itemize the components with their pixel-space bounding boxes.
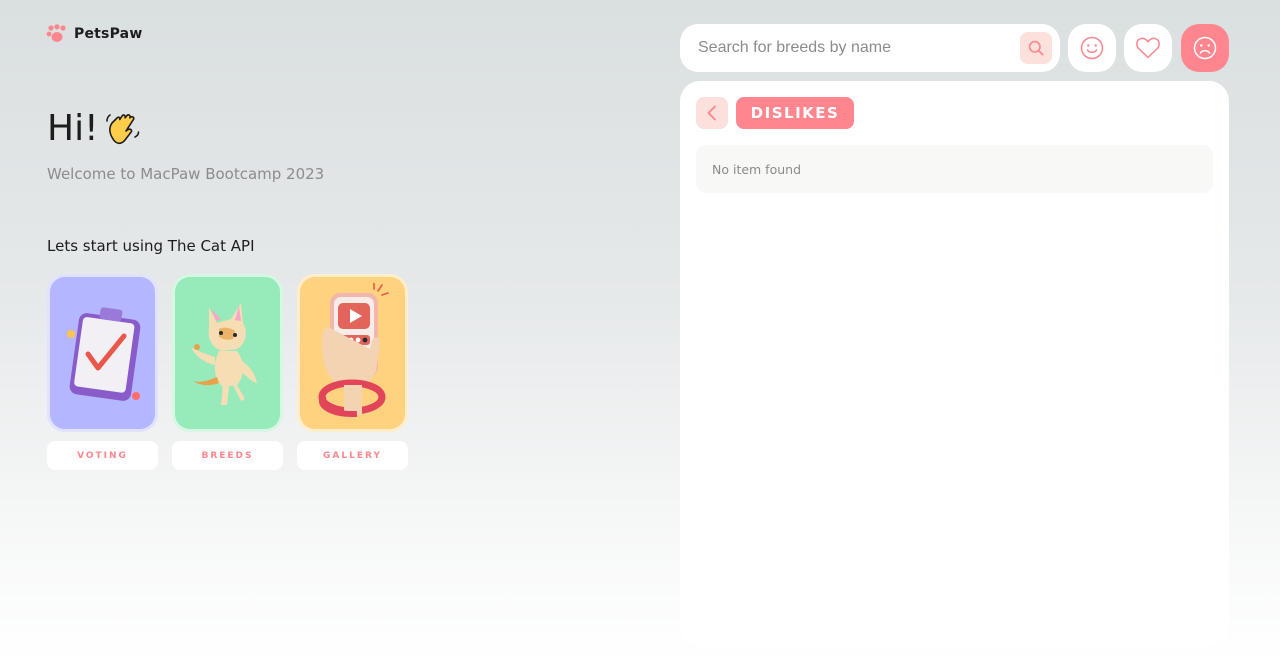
card-breeds[interactable]: BREEDS — [172, 274, 283, 470]
card-gallery[interactable]: GALLERY — [297, 274, 408, 470]
empty-state: No item found — [696, 145, 1213, 193]
page-title: DISLIKES — [736, 97, 854, 129]
chevron-left-icon — [707, 105, 716, 121]
logo[interactable]: PetsPaw — [46, 24, 142, 44]
logo-text: PetsPaw — [74, 26, 143, 42]
search-bar — [680, 24, 1060, 72]
paw-icon — [46, 24, 66, 42]
clipboard-vote-illustration — [66, 307, 140, 401]
search-icon — [1028, 40, 1044, 56]
dislikes-button[interactable] — [1181, 24, 1229, 72]
dislikes-panel: DISLIKES No item found — [680, 81, 1229, 646]
card-voting[interactable]: VOTING — [47, 274, 158, 470]
search-input[interactable] — [698, 39, 1020, 57]
back-button[interactable] — [696, 97, 728, 129]
voting-tile[interactable] — [47, 274, 158, 432]
nav-cards: VOTING BREEDS GALLERY — [47, 274, 408, 470]
section-label: Lets start using The Cat API — [47, 237, 255, 255]
empty-message: No item found — [712, 161, 802, 177]
likes-button[interactable] — [1068, 24, 1116, 72]
welcome-subtitle: Welcome to MacPaw Bootcamp 2023 — [47, 165, 325, 183]
heart-icon — [1136, 37, 1160, 59]
panel-header: DISLIKES — [696, 97, 1213, 129]
search-button[interactable] — [1020, 32, 1052, 64]
voting-button[interactable]: VOTING — [47, 441, 158, 470]
waving-hand-icon — [105, 113, 139, 144]
phone-gallery-illustration — [318, 283, 389, 417]
greeting-heading: Hi! — [47, 108, 143, 149]
gallery-button[interactable]: GALLERY — [297, 441, 408, 470]
gallery-tile[interactable] — [297, 274, 408, 432]
favourites-button[interactable] — [1124, 24, 1172, 72]
breeds-button[interactable]: BREEDS — [172, 441, 283, 470]
cat-illustration — [190, 303, 257, 405]
greeting-text: Hi! — [47, 108, 99, 149]
breeds-tile[interactable] — [172, 274, 283, 432]
smile-icon — [1080, 36, 1104, 60]
sad-face-icon — [1193, 36, 1217, 60]
